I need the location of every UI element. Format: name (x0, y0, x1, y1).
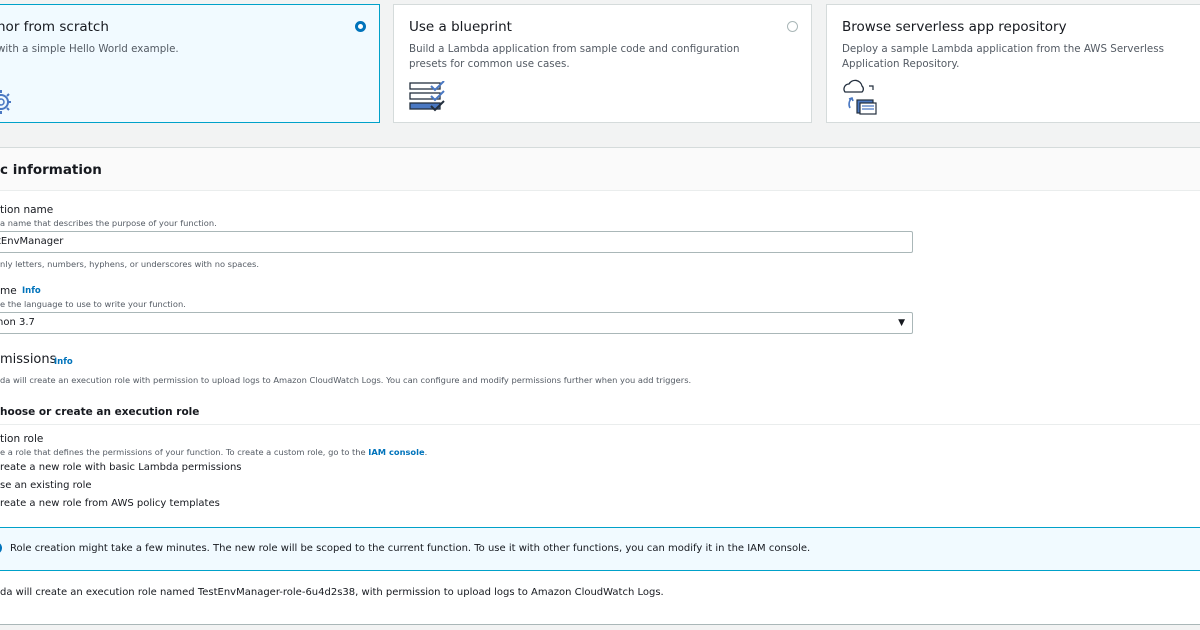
card-title: hor from scratch (0, 19, 109, 35)
card-title: Browse serverless app repository (842, 19, 1067, 35)
role-option-create-basic[interactable]: reate a new role with basic Lambda permi… (0, 462, 242, 473)
divider (0, 424, 1200, 425)
use-a-blueprint-radio[interactable] (787, 21, 798, 32)
function-name-hint: nly letters, numbers, hyphens, or unders… (0, 259, 259, 269)
use-a-blueprint-card[interactable]: Use a blueprint Build a Lambda applicati… (393, 4, 812, 123)
card-description: Build a Lambda application from sample c… (409, 43, 740, 70)
browse-serverless-repo-card[interactable]: Browse serverless app repository Deploy … (826, 4, 1200, 123)
runtime-info-link[interactable]: Info (22, 286, 41, 296)
iam-console-link[interactable]: IAM console (368, 447, 424, 457)
cloud-repository-icon (843, 79, 877, 115)
alert-text: Role creation might take a few minutes. … (10, 543, 811, 554)
execution-role-description: e a role that defines the permissions of… (0, 447, 427, 457)
description-end: . (424, 447, 428, 457)
blueprint-checklist-icon (409, 81, 445, 112)
gear-code-icon (0, 90, 11, 114)
caret-down-icon: ▼ (898, 318, 905, 328)
execution-role-summary: da will create an execution role named T… (0, 587, 664, 598)
execution-role-expander[interactable]: hoose or create an execution role (0, 406, 199, 418)
card-title: Use a blueprint (409, 19, 512, 35)
function-name-label: tion name (0, 204, 54, 216)
info-circle-icon (0, 542, 2, 554)
permissions-title: missions (0, 352, 57, 367)
runtime-value: hon 3.7 (0, 317, 35, 328)
permissions-info-link[interactable]: Info (54, 357, 73, 367)
function-name-input[interactable]: tEnvManager (0, 231, 913, 253)
function-name-value: tEnvManager (0, 236, 64, 247)
card-description: with a simple Hello World example. (0, 43, 179, 55)
role-option-policy-templates[interactable]: reate a new role from AWS policy templat… (0, 498, 220, 509)
panel-title: c information (0, 162, 102, 178)
panel-header: c information (0, 148, 1200, 191)
author-from-scratch-card[interactable]: hor from scratch with a simple Hello Wor… (0, 4, 380, 123)
card-description: Deploy a sample Lambda application from … (842, 43, 1164, 70)
function-name-description: a name that describes the purpose of you… (0, 218, 217, 228)
runtime-label: me (0, 285, 17, 297)
permissions-description: da will create an execution role with pe… (0, 375, 692, 385)
execution-role-label: tion role (0, 433, 44, 445)
role-option-use-existing[interactable]: se an existing role (0, 480, 92, 491)
runtime-description: e the language to use to write your func… (0, 299, 186, 309)
description-text: e a role that defines the permissions of… (0, 447, 369, 457)
role-creation-alert: Role creation might take a few minutes. … (0, 527, 1200, 571)
runtime-select[interactable]: hon 3.7 ▼ (0, 312, 913, 334)
author-from-scratch-radio[interactable] (355, 21, 366, 32)
